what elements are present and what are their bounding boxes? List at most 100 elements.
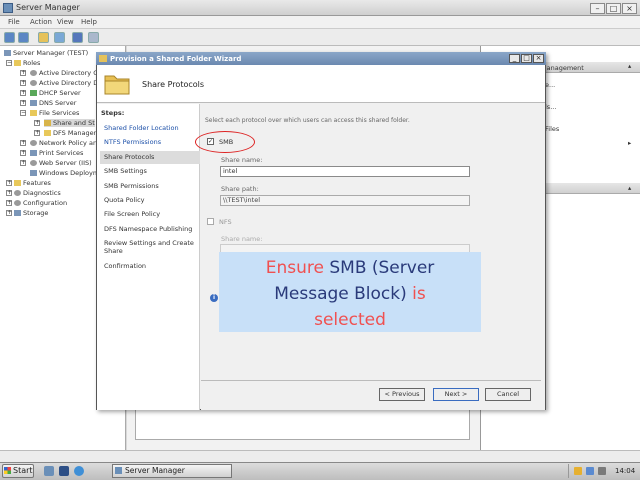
clock[interactable]: 14:04 (615, 467, 635, 475)
tree-item-npas[interactable]: Network Policy an (30, 139, 97, 147)
tree-item-print[interactable]: Print Services (30, 149, 83, 157)
maximize-button[interactable]: □ (606, 3, 621, 14)
taskbar-server-manager[interactable]: Server Manager (112, 464, 232, 478)
tree-item-dhcp[interactable]: DHCP Server (30, 89, 81, 97)
storage-icon (14, 210, 21, 216)
help-icon[interactable] (72, 32, 83, 43)
role-icon (30, 80, 37, 86)
tree-item-features[interactable]: Features (14, 179, 51, 187)
network-icon[interactable] (586, 467, 594, 475)
tree-item-dfs[interactable]: DFS Manager (44, 129, 96, 137)
wizard-close-button[interactable]: × (533, 54, 544, 63)
shared-folder-icon (104, 75, 130, 95)
wizard-app-icon (99, 55, 107, 62)
collapse-icon[interactable]: ▴ (628, 184, 631, 192)
wizard-maximize-button[interactable]: □ (521, 54, 532, 63)
menu-view[interactable]: View (57, 18, 74, 26)
next-button[interactable]: Next > (433, 388, 479, 401)
role-icon (30, 110, 37, 116)
step-shared-folder-location[interactable]: Shared Folder Location (104, 124, 179, 132)
step-confirmation: Confirmation (104, 262, 147, 270)
tree-expander[interactable]: + (6, 200, 12, 206)
annotation-line-2: Message Block) is (274, 284, 426, 304)
tree-expander[interactable]: + (20, 140, 26, 146)
previous-button[interactable]: < Previous (379, 388, 425, 401)
tree-item-ad-ds[interactable]: Active Directory D (30, 79, 98, 87)
actions-title: Management (541, 64, 584, 72)
tree-expander[interactable]: − (20, 110, 26, 116)
annotation-line-1: Ensure SMB (Server (265, 258, 435, 278)
wizard-minimize-button[interactable]: _ (509, 54, 520, 63)
show-hide-tree-icon[interactable] (54, 32, 65, 43)
step-review-settings: Review Settings and Create (104, 239, 194, 247)
tree-item-share-storage[interactable]: Share and St (44, 119, 95, 127)
tree-expander[interactable]: + (34, 130, 40, 136)
server-manager-titlebar (0, 0, 640, 16)
tree-expander[interactable]: + (20, 70, 26, 76)
tree-item-wds[interactable]: Windows Deploym (30, 169, 99, 177)
tree-expander[interactable]: − (6, 60, 12, 66)
action-item[interactable]: e... (545, 81, 555, 89)
tree-expander[interactable]: + (6, 180, 12, 186)
tree-item-storage[interactable]: Storage (14, 209, 48, 217)
role-icon (30, 150, 37, 156)
server-icon (4, 50, 11, 56)
tree-expander[interactable]: + (6, 190, 12, 196)
tree-expander[interactable]: + (34, 120, 40, 126)
tree-expander[interactable]: + (20, 80, 26, 86)
tree-item-configuration[interactable]: Configuration (14, 199, 67, 207)
tree-expander[interactable]: + (6, 210, 12, 216)
properties-icon[interactable] (88, 32, 99, 43)
tree-item-roles[interactable]: Roles (14, 59, 40, 67)
cancel-button[interactable]: Cancel (485, 388, 531, 401)
tree-item-dns[interactable]: DNS Server (30, 99, 76, 107)
tree-item-ad-cs[interactable]: Active Directory C (30, 69, 98, 77)
tree-expander[interactable]: + (20, 100, 26, 106)
tree-item-diagnostics[interactable]: Diagnostics (14, 189, 61, 197)
roles-icon (14, 60, 21, 66)
tree-expander[interactable]: + (20, 150, 26, 156)
share-icon (44, 120, 51, 126)
step-dfs-namespace-publishing: DFS Namespace Publishing (104, 225, 193, 233)
step-file-screen-policy: File Screen Policy (104, 210, 161, 218)
submenu-arrow-icon: ▸ (628, 139, 632, 147)
step-ntfs-permissions[interactable]: NTFS Permissions (104, 138, 161, 146)
nfs-share-name-label: Share name: (221, 235, 263, 243)
info-icon: i (210, 294, 218, 302)
server-manager-task-icon (115, 467, 122, 474)
action-item[interactable]: Files (545, 125, 559, 133)
server-manager-quicklaunch-icon[interactable] (44, 466, 54, 476)
volume-icon[interactable] (598, 467, 606, 475)
powershell-quicklaunch-icon[interactable] (59, 466, 69, 476)
window-title: Server Manager (16, 3, 80, 12)
server-manager-app-icon (3, 3, 13, 13)
tree-item-iis[interactable]: Web Server (IIS) (30, 159, 92, 167)
tree-item-file-services[interactable]: File Services (30, 109, 79, 117)
menu-action[interactable]: Action (30, 18, 52, 26)
collapse-icon[interactable]: ▴ (628, 62, 631, 70)
tray-warning-icon[interactable] (574, 467, 582, 475)
diagnostics-icon (14, 190, 21, 196)
smb-highlight-oval (195, 131, 255, 153)
up-folder-icon[interactable] (38, 32, 49, 43)
back-icon[interactable] (4, 32, 15, 43)
menu-help[interactable]: Help (81, 18, 97, 26)
features-icon (14, 180, 21, 186)
role-icon (30, 140, 37, 146)
steps-pane (97, 104, 200, 410)
step-smb-settings: SMB Settings (104, 167, 147, 175)
minimize-button[interactable]: – (590, 3, 605, 14)
forward-icon[interactable] (18, 32, 29, 43)
action-item[interactable]: ls... (545, 103, 556, 111)
nfs-checkbox[interactable] (207, 218, 214, 225)
internet-explorer-icon[interactable] (74, 466, 84, 476)
close-button[interactable]: × (622, 3, 637, 14)
smb-share-path-field: \\TEST\intel (220, 195, 470, 206)
tree-item-server-manager[interactable]: Server Manager (TEST) (4, 49, 88, 57)
status-bar (0, 450, 640, 462)
smb-share-name-input[interactable]: intel (220, 166, 470, 177)
tree-expander[interactable]: + (20, 90, 26, 96)
protocols-description: Select each protocol over which users ca… (205, 117, 410, 124)
menu-file[interactable]: File (8, 18, 20, 26)
tree-expander[interactable]: + (20, 160, 26, 166)
